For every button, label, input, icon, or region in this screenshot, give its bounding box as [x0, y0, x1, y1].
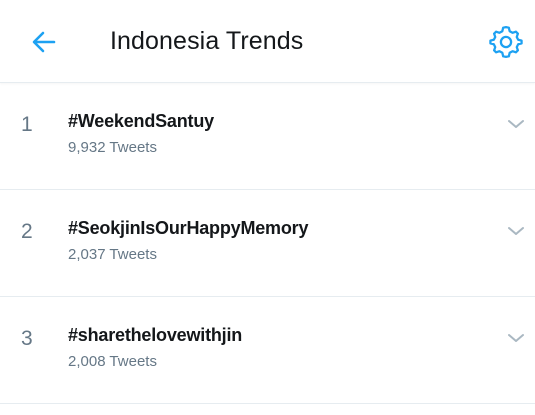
- trend-hashtag[interactable]: #WeekendSantuy: [68, 111, 214, 132]
- trend-tweet-count: 2,008 Tweets: [68, 353, 157, 370]
- trend-hashtag[interactable]: #sharethelovewithjin: [68, 325, 242, 346]
- trend-rank: 3: [21, 327, 33, 350]
- app-window: Indonesia Trends 1 #WeekendSantuy 9,932 …: [0, 0, 535, 415]
- chevron-down-icon[interactable]: [505, 220, 527, 242]
- header-bar: Indonesia Trends: [0, 0, 535, 83]
- trend-tweet-count: 9,932 Tweets: [68, 139, 157, 156]
- trend-hashtag[interactable]: #SeokjinIsOurHappyMemory: [68, 218, 308, 239]
- back-button[interactable]: [26, 24, 62, 60]
- trend-tweet-count: 2,037 Tweets: [68, 246, 157, 263]
- gear-icon: [489, 25, 523, 59]
- trend-row[interactable]: 2 #SeokjinIsOurHappyMemory 2,037 Tweets: [0, 190, 535, 297]
- trend-row[interactable]: 3 #sharethelovewithjin 2,008 Tweets: [0, 297, 535, 404]
- trend-rank: 2: [21, 220, 33, 243]
- arrow-left-icon: [32, 31, 56, 53]
- trend-row[interactable]: 1 #WeekendSantuy 9,932 Tweets: [0, 83, 535, 190]
- page-title: Indonesia Trends: [110, 27, 304, 55]
- chevron-down-icon[interactable]: [505, 327, 527, 349]
- trend-rank: 1: [21, 113, 33, 136]
- settings-button[interactable]: [486, 22, 526, 62]
- chevron-down-icon[interactable]: [505, 113, 527, 135]
- trends-list: 1 #WeekendSantuy 9,932 Tweets 2 #Seokjin…: [0, 83, 535, 404]
